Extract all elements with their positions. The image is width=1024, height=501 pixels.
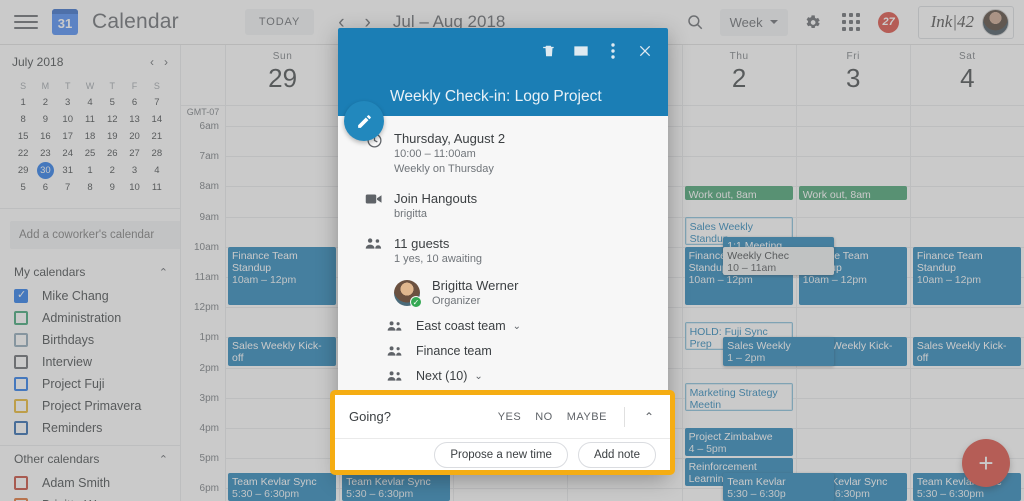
people-icon	[378, 320, 412, 332]
hangouts-text: Join Hangouts brigitta	[394, 190, 652, 222]
rsvp-panel: Going? YES NO MAYBE ⌃ Propose a new time…	[335, 395, 670, 470]
trash-icon[interactable]	[534, 36, 564, 66]
rsvp-panel-highlight: Going? YES NO MAYBE ⌃ Propose a new time…	[330, 390, 675, 475]
close-icon[interactable]	[630, 36, 660, 66]
rsvp-maybe-button[interactable]: MAYBE	[567, 411, 607, 423]
propose-new-time-button[interactable]: Propose a new time	[434, 441, 568, 468]
hangouts-row[interactable]: Join Hangouts brigitta	[338, 190, 668, 222]
hangouts-label[interactable]: Join Hangouts	[394, 190, 652, 207]
guest-group-row[interactable]: Finance team	[338, 344, 668, 358]
chevron-down-icon[interactable]: ⌄	[513, 321, 521, 332]
add-note-button[interactable]: Add note	[577, 441, 656, 468]
hangouts-sub: brigitta	[394, 208, 428, 220]
people-icon	[354, 235, 394, 267]
envelope-icon[interactable]	[566, 36, 596, 66]
event-time: 10:00 – 11:00am	[394, 148, 476, 160]
guest-group-label: Finance team	[416, 344, 492, 358]
guest-group-label: East coast team	[416, 319, 506, 333]
organizer-role: Organizer	[432, 295, 481, 307]
rsvp-divider	[623, 406, 625, 427]
guests-status: 1 yes, 10 awaiting	[394, 253, 483, 265]
event-recurrence: Weekly on Thursday	[394, 163, 494, 175]
avatar: ✓	[394, 280, 422, 308]
event-time-row: Thursday, August 2 10:00 – 11:00am Weekl…	[338, 130, 668, 177]
event-date: Thursday, August 2	[394, 131, 506, 146]
chevron-up-icon[interactable]: ⌃	[642, 410, 656, 424]
rsvp-yes-button[interactable]: YES	[498, 411, 522, 423]
guests-row: 11 guests 1 yes, 10 awaiting	[338, 235, 668, 267]
chevron-down-icon[interactable]: ⌄	[474, 371, 482, 382]
rsvp-question-row: Going? YES NO MAYBE ⌃	[335, 395, 670, 439]
edit-event-button[interactable]	[344, 101, 384, 141]
organizer-row: ✓ Brigitta Werner Organizer	[338, 277, 668, 309]
organizer-name: Brigitta Werner	[432, 278, 519, 293]
people-icon	[378, 370, 412, 382]
rsvp-action-row: Propose a new time Add note	[335, 439, 670, 470]
guests-text: 11 guests 1 yes, 10 awaiting	[394, 235, 652, 267]
guest-group-row[interactable]: East coast team ⌄	[338, 319, 668, 333]
event-title: Weekly Check-in: Logo Project	[390, 88, 602, 105]
organizer-text: Brigitta Werner Organizer	[432, 277, 518, 309]
guest-group-label: Next (10)	[416, 369, 468, 383]
more-vertical-icon[interactable]	[598, 36, 628, 66]
rsvp-question: Going?	[349, 409, 391, 424]
people-icon	[378, 345, 412, 357]
guest-group-row[interactable]: Next (10) ⌄	[338, 369, 668, 383]
popup-header: Weekly Check-in: Logo Project	[338, 28, 668, 116]
rsvp-options: YES NO MAYBE ⌃	[498, 406, 656, 427]
popup-actions	[534, 36, 660, 66]
event-time-text: Thursday, August 2 10:00 – 11:00am Weekl…	[394, 130, 652, 177]
guests-count: 11 guests	[394, 236, 450, 251]
check-badge-icon: ✓	[410, 296, 422, 308]
calendar-app: 31 Calendar TODAY ‹ › Jul – Aug 2018 Wee…	[0, 0, 1024, 501]
guest-groups: East coast team ⌄ Finance team Next (10) ⌄	[338, 319, 668, 383]
rsvp-no-button[interactable]: NO	[535, 411, 553, 423]
video-camera-icon	[354, 190, 394, 222]
